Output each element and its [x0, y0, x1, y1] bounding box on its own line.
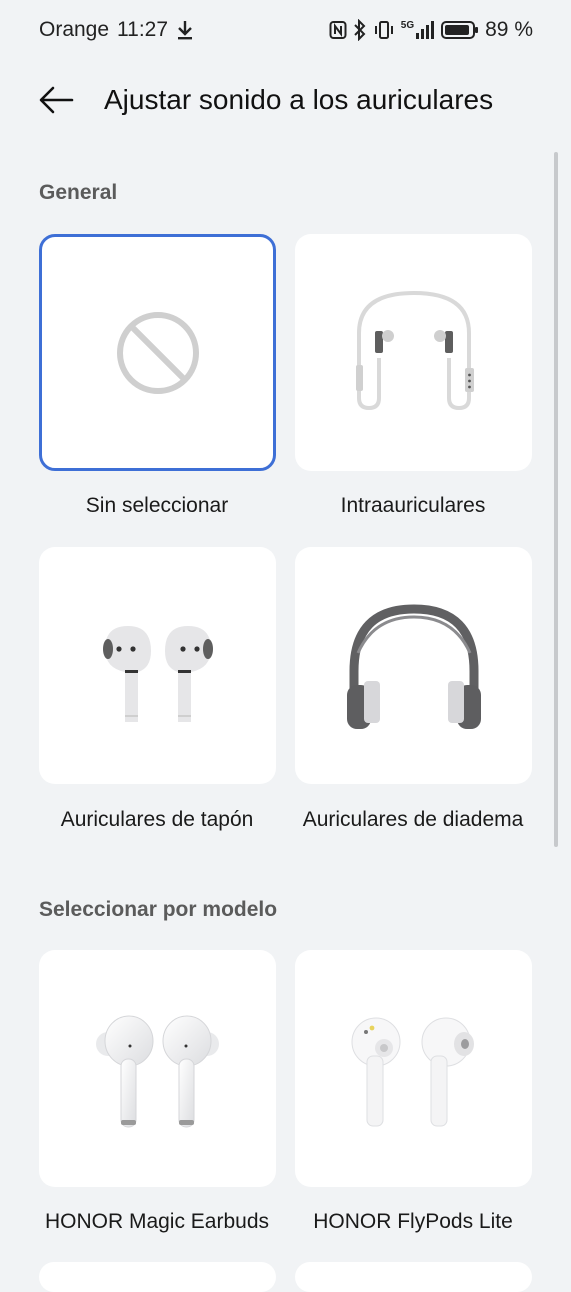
option-earbuds-card[interactable] — [39, 547, 276, 784]
option-earbuds-label: Auriculares de tapón — [60, 808, 254, 831]
model-magic-earbuds-label: HONOR Magic Earbuds — [44, 1210, 270, 1233]
back-button[interactable] — [36, 80, 76, 120]
option-in-ear-label: Intraauriculares — [340, 494, 486, 517]
battery-icon — [441, 21, 479, 39]
magic-earbuds-image — [95, 1015, 219, 1127]
scrollbar[interactable] — [554, 152, 558, 847]
model-card-partial[interactable] — [39, 1262, 276, 1292]
bluetooth-icon — [354, 19, 366, 41]
status-bar: Orange 11:27 5G 89 % — [0, 0, 571, 62]
earbuds-icon — [102, 625, 213, 722]
download-icon — [178, 21, 193, 40]
signal-icon — [416, 21, 435, 39]
option-none-card[interactable] — [39, 234, 276, 471]
section-title-general: General — [39, 181, 118, 204]
option-over-ear-label: Auriculares de diadema — [302, 808, 524, 831]
vibrate-icon — [374, 21, 393, 39]
none-icon — [116, 311, 199, 394]
model-flypods-lite-label: HONOR FlyPods Lite — [313, 1210, 513, 1233]
model-card-partial[interactable] — [295, 1262, 532, 1292]
carrier-label: Orange — [39, 18, 110, 41]
flypods-lite-image — [351, 1017, 474, 1126]
app-header: Ajustar sonido a los auriculares — [0, 70, 571, 130]
nfc-icon — [329, 21, 347, 39]
model-magic-earbuds-card[interactable] — [39, 950, 276, 1187]
option-in-ear-card[interactable] — [295, 234, 532, 471]
in-ear-headphones-icon — [355, 290, 474, 410]
network-type: 5G — [400, 20, 415, 31]
status-right: 5G 89 % — [329, 18, 533, 42]
option-none-label: Sin seleccionar — [85, 494, 229, 517]
back-arrow-icon — [39, 86, 74, 114]
clock: 11:27 — [117, 18, 169, 41]
status-left: Orange 11:27 — [39, 18, 194, 42]
model-flypods-lite-card[interactable] — [295, 950, 532, 1187]
signal-group: 5G — [401, 19, 435, 41]
section-title-by-model: Seleccionar por modelo — [39, 898, 278, 921]
option-over-ear-card[interactable] — [295, 547, 532, 784]
page-title: Ajustar sonido a los auriculares — [104, 84, 494, 115]
battery-level: 89 % — [485, 18, 533, 41]
over-ear-headphones-icon — [346, 603, 481, 729]
